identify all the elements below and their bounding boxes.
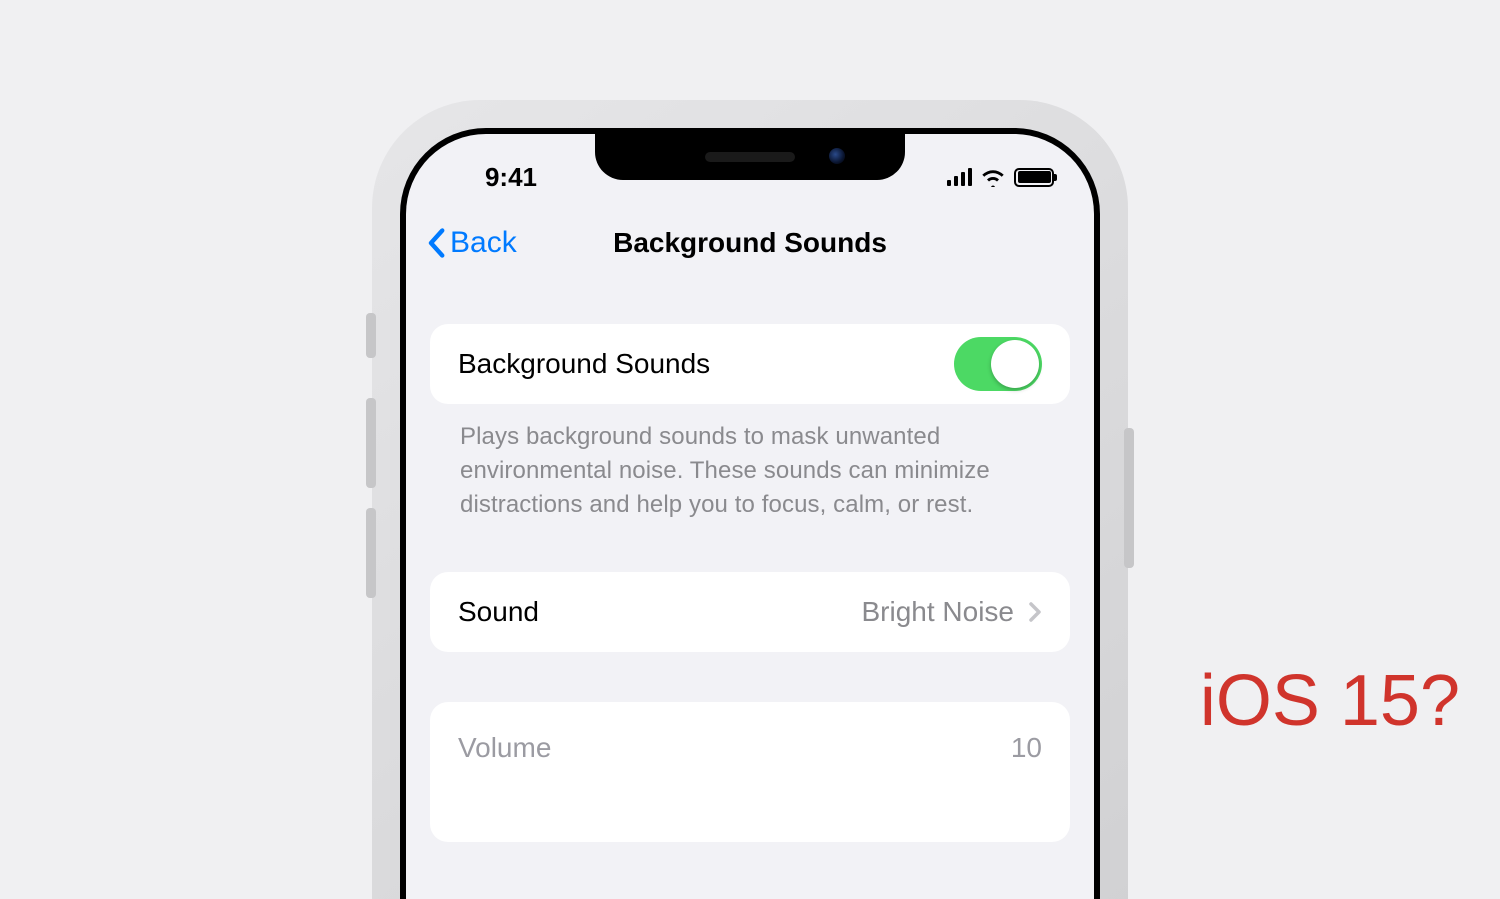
phone-screen: 9:41 (406, 134, 1094, 899)
front-camera (829, 148, 845, 164)
group-footer-text: Plays background sounds to mask unwanted… (430, 404, 1070, 522)
notch (595, 134, 905, 180)
battery-icon (1014, 168, 1054, 187)
sound-value: Bright Noise (861, 596, 1014, 628)
settings-content: Background Sounds Plays background sound… (406, 274, 1094, 842)
back-label: Back (450, 226, 517, 260)
phone-frame: 9:41 (380, 108, 1120, 899)
row-label: Volume (458, 732, 551, 764)
power-button (1124, 428, 1134, 568)
status-time: 9:41 (456, 162, 566, 193)
speaker-grille (705, 152, 795, 162)
caption-text: iOS 15? (1200, 660, 1460, 742)
chevron-left-icon (426, 228, 446, 258)
row-background-sounds-toggle[interactable]: Background Sounds (430, 324, 1070, 404)
group-background-sounds: Background Sounds (430, 324, 1070, 404)
row-label: Sound (458, 596, 539, 628)
nav-bar: Back Background Sounds (406, 212, 1094, 274)
back-button[interactable]: Back (426, 226, 517, 260)
mute-switch (366, 313, 376, 358)
group-sound: Sound Bright Noise (430, 572, 1070, 652)
row-volume[interactable]: Volume 10 (430, 702, 1070, 842)
row-sound[interactable]: Sound Bright Noise (430, 572, 1070, 652)
volume-down-button (366, 508, 376, 598)
cellular-icon (947, 168, 973, 186)
volume-up-button (366, 398, 376, 488)
wifi-icon (980, 167, 1006, 187)
volume-value: 10 (1011, 732, 1042, 764)
group-volume: Volume 10 (430, 702, 1070, 842)
background-sounds-switch[interactable] (954, 337, 1042, 391)
row-label: Background Sounds (458, 348, 710, 380)
chevron-right-icon (1028, 600, 1042, 624)
